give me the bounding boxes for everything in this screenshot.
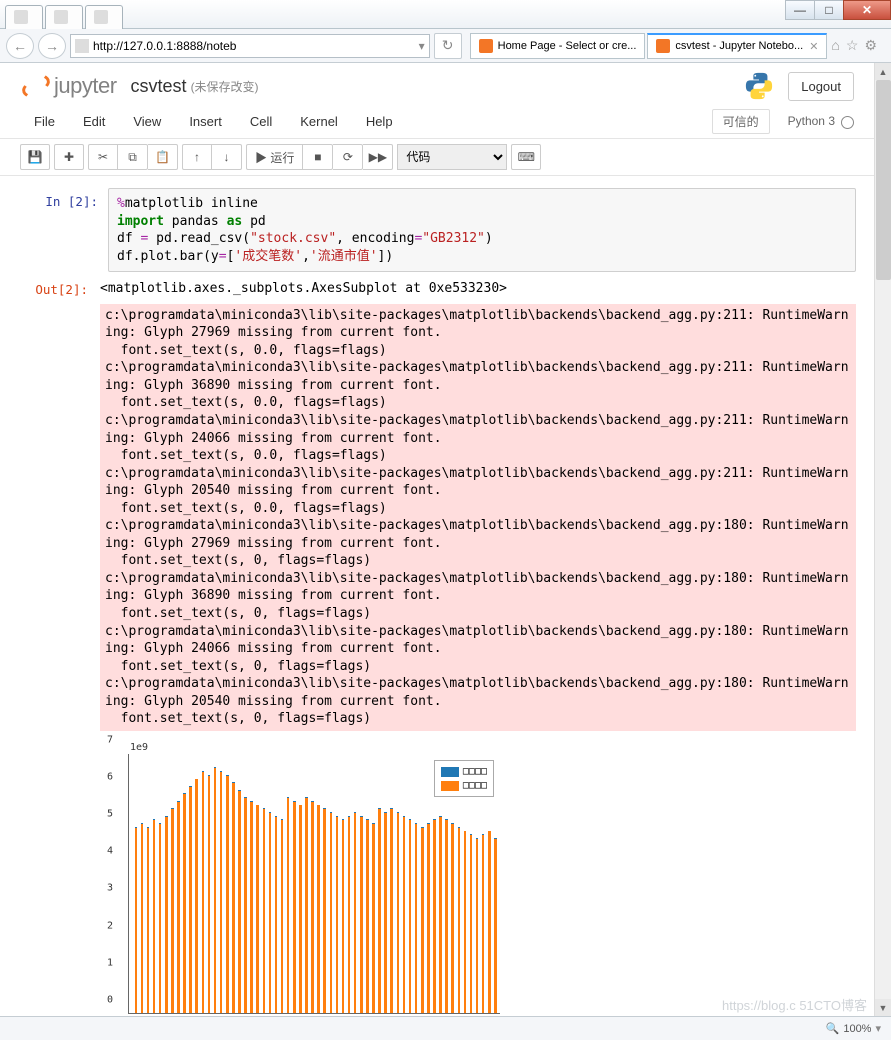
page-icon <box>75 39 89 53</box>
vertical-scrollbar[interactable]: ▲ ▼ <box>874 63 891 1016</box>
ie-tab-home[interactable]: Home Page - Select or cre... <box>470 33 646 59</box>
trusted-indicator[interactable]: 可信的 <box>712 109 770 134</box>
output-cell: Out[2]: <matplotlib.axes._subplots.AxesS… <box>18 276 856 1016</box>
autosave-status: (未保存改变) <box>191 78 259 95</box>
maximize-button[interactable]: □ <box>814 0 844 20</box>
save-button[interactable]: 💾 <box>20 144 50 170</box>
restart-button[interactable]: ⟳ <box>333 144 363 170</box>
jupyter-swirl-icon <box>20 72 48 100</box>
scroll-up-icon[interactable]: ▲ <box>875 63 891 80</box>
jupyter-logo[interactable]: jupyter <box>20 72 117 100</box>
forward-button[interactable]: → <box>38 33 66 59</box>
settings-icon[interactable]: ⚙ <box>864 37 877 54</box>
warning-output: c:\programdata\miniconda3\lib\site-packa… <box>100 304 856 731</box>
chart-scale-label: 1e9 <box>130 741 500 755</box>
python-logo-icon <box>744 71 774 101</box>
kernel-status-icon <box>841 116 854 129</box>
close-button[interactable]: ✕ <box>843 0 891 20</box>
page-viewport: jupyter csvtest (未保存改变) Logout File Edit… <box>0 63 891 1016</box>
command-palette-button[interactable]: ⌨ <box>511 144 541 170</box>
menu-bar: File Edit View Insert Cell Kernel Help 可… <box>0 105 874 139</box>
ie-tab-strip: Home Page - Select or cre... csvtest - J… <box>470 33 828 59</box>
paste-button[interactable]: 📋 <box>148 144 178 170</box>
output-chart: 1e9 □□□□ □□□□ 01234567 <box>100 741 500 1016</box>
jupyter-icon <box>479 39 493 53</box>
input-prompt: In [2]: <box>28 188 108 272</box>
move-up-button[interactable]: ↑ <box>182 144 212 170</box>
notebook-body: In [2]: %matplotlib inline import pandas… <box>0 176 874 1016</box>
menu-kernel[interactable]: Kernel <box>286 110 352 133</box>
restart-run-all-button[interactable]: ▶▶ <box>363 144 393 170</box>
tab-icon <box>94 10 108 24</box>
notebook-header: jupyter csvtest (未保存改变) Logout <box>0 63 874 105</box>
cut-button[interactable]: ✂ <box>88 144 118 170</box>
cell-type-select[interactable]: 代码 <box>397 144 507 170</box>
run-button[interactable]: ▶ 运行 <box>246 144 303 170</box>
menu-edit[interactable]: Edit <box>69 110 119 133</box>
bar-chart: □□□□ □□□□ 01234567 <box>128 754 500 1014</box>
scroll-thumb[interactable] <box>876 80 891 280</box>
dropdown-icon[interactable]: ▾ <box>419 39 425 53</box>
address-bar: ← → http://127.0.0.1:8888/noteb ▾ ↻ Home… <box>0 29 891 63</box>
back-button[interactable]: ← <box>6 33 34 59</box>
code-input[interactable]: %matplotlib inline import pandas as pd d… <box>108 188 856 272</box>
menu-cell[interactable]: Cell <box>236 110 286 133</box>
output-prompt: Out[2]: <box>18 276 98 1016</box>
add-cell-button[interactable]: ✚ <box>54 144 84 170</box>
notebook-icon <box>656 39 670 53</box>
kernel-name[interactable]: Python 3 <box>788 114 854 128</box>
url-text: http://127.0.0.1:8888/noteb <box>93 39 236 53</box>
menu-help[interactable]: Help <box>352 110 407 133</box>
ie-tab-csvtest[interactable]: csvtest - Jupyter Notebo... ✕ <box>647 33 827 59</box>
menu-view[interactable]: View <box>119 110 175 133</box>
home-icon[interactable]: ⌂ <box>831 37 839 54</box>
zoom-dropdown-icon[interactable]: ▾ <box>875 1022 881 1035</box>
logout-button[interactable]: Logout <box>788 72 854 101</box>
tab-close-icon[interactable]: ✕ <box>809 40 818 53</box>
menu-file[interactable]: File <box>20 110 69 133</box>
zoom-level[interactable]: 100% <box>843 1023 871 1035</box>
menu-insert[interactable]: Insert <box>175 110 236 133</box>
browser-tab[interactable] <box>45 5 83 29</box>
browser-tab[interactable] <box>5 5 43 29</box>
toolbar: 💾 ✚ ✂ ⧉ 📋 ↑ ↓ ▶ 运行 ■ ⟳ ▶▶ 代码 ⌨ <box>0 139 874 176</box>
refresh-button[interactable]: ↻ <box>434 33 462 59</box>
minimize-button[interactable]: — <box>785 0 815 20</box>
url-field[interactable]: http://127.0.0.1:8888/noteb ▾ <box>70 34 430 58</box>
notebook-name[interactable]: csvtest <box>131 76 187 97</box>
status-bar: 🔍 100% ▾ <box>0 1016 891 1040</box>
move-down-button[interactable]: ↓ <box>212 144 242 170</box>
scroll-down-icon[interactable]: ▼ <box>875 999 891 1016</box>
browser-tab[interactable] <box>85 5 123 29</box>
tab-icon <box>54 10 68 24</box>
output-text: <matplotlib.axes._subplots.AxesSubplot a… <box>100 280 856 298</box>
tab-icon <box>14 10 28 24</box>
favorites-icon[interactable]: ☆ <box>846 37 859 54</box>
code-cell[interactable]: In [2]: %matplotlib inline import pandas… <box>18 188 856 272</box>
copy-button[interactable]: ⧉ <box>118 144 148 170</box>
window-titlebar: — □ ✕ <box>0 0 891 29</box>
zoom-icon[interactable]: 🔍 <box>826 1022 840 1035</box>
stop-button[interactable]: ■ <box>303 144 333 170</box>
